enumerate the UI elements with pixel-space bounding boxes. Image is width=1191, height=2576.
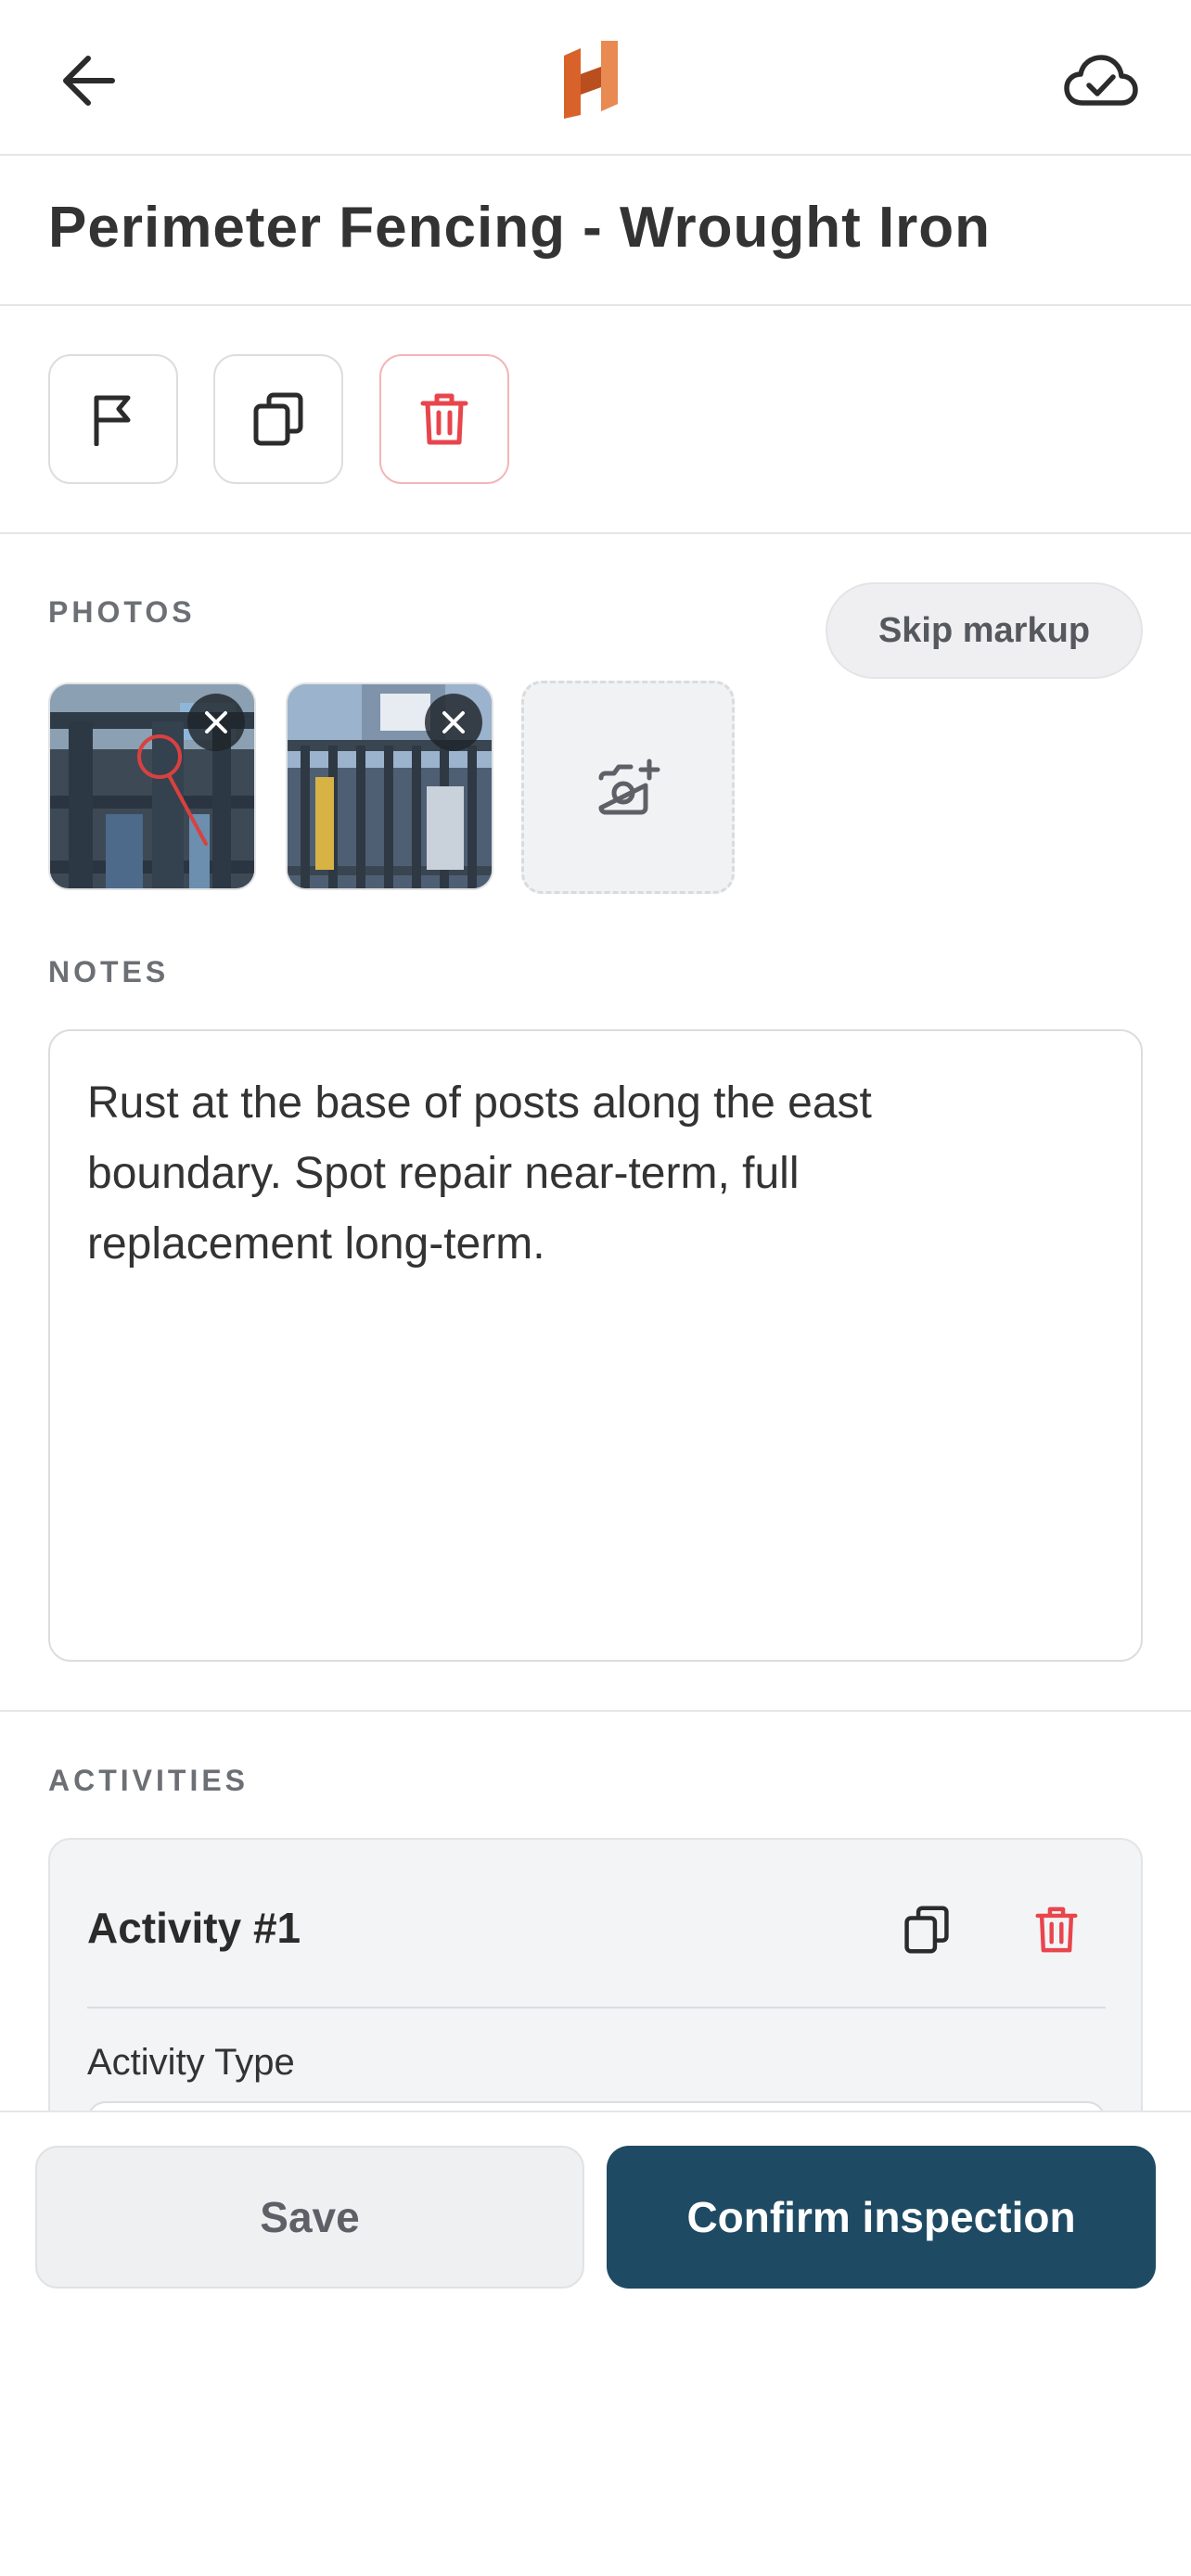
trash-icon — [1035, 1906, 1078, 1953]
copy-icon — [253, 392, 303, 446]
delete-button[interactable] — [379, 354, 509, 484]
arrow-left-icon — [63, 56, 115, 106]
brand-logo — [558, 41, 633, 119]
photos-label: PHOTOS — [48, 595, 196, 629]
close-icon — [442, 711, 465, 733]
photo-thumbnail-2[interactable] — [286, 682, 493, 890]
activity-divider — [87, 2007, 1106, 2009]
duplicate-activity-button[interactable] — [885, 1888, 968, 1971]
notes-textarea[interactable]: Rust at the base of posts along the east… — [48, 1029, 1143, 1662]
flag-icon — [94, 395, 131, 446]
section-divider — [0, 1710, 1191, 1712]
close-icon — [205, 711, 227, 733]
copy-icon — [904, 1906, 949, 1954]
delete-activity-button[interactable] — [1015, 1888, 1098, 1971]
title-section: Perimeter Fencing - Wrought Iron — [0, 158, 1191, 306]
cloud-check-icon — [1064, 55, 1138, 106]
sync-status-button[interactable] — [1059, 48, 1143, 113]
duplicate-button[interactable] — [213, 354, 343, 484]
activity-type-label: Activity Type — [87, 2042, 295, 2083]
bottom-action-bar: Save Confirm inspection — [0, 2111, 1191, 2576]
activity-card: Activity #1 Activity Type — [48, 1838, 1143, 2116]
trash-icon — [420, 393, 468, 445]
brand-h-logo-icon — [564, 41, 618, 119]
flag-button[interactable] — [48, 354, 178, 484]
remove-photo-button[interactable] — [187, 694, 245, 751]
notes-label: NOTES — [48, 955, 170, 988]
remove-photo-button[interactable] — [425, 694, 482, 751]
notes-value: Rust at the base of posts along the east… — [87, 1078, 872, 1269]
confirm-inspection-button[interactable]: Confirm inspection — [607, 2146, 1156, 2289]
activities-label: ACTIVITIES — [48, 1764, 250, 1797]
skip-markup-button[interactable]: Skip markup — [826, 582, 1143, 679]
item-actions — [0, 308, 1191, 534]
save-button[interactable]: Save — [35, 2146, 584, 2289]
photo-thumbnail-1[interactable] — [48, 682, 256, 890]
camera-plus-icon — [598, 759, 660, 815]
top-bar — [0, 0, 1191, 156]
add-photo-button[interactable] — [521, 681, 735, 894]
page-title: Perimeter Fencing - Wrought Iron — [48, 196, 992, 260]
back-button[interactable] — [56, 48, 121, 113]
activity-title: Activity #1 — [87, 1904, 301, 1952]
